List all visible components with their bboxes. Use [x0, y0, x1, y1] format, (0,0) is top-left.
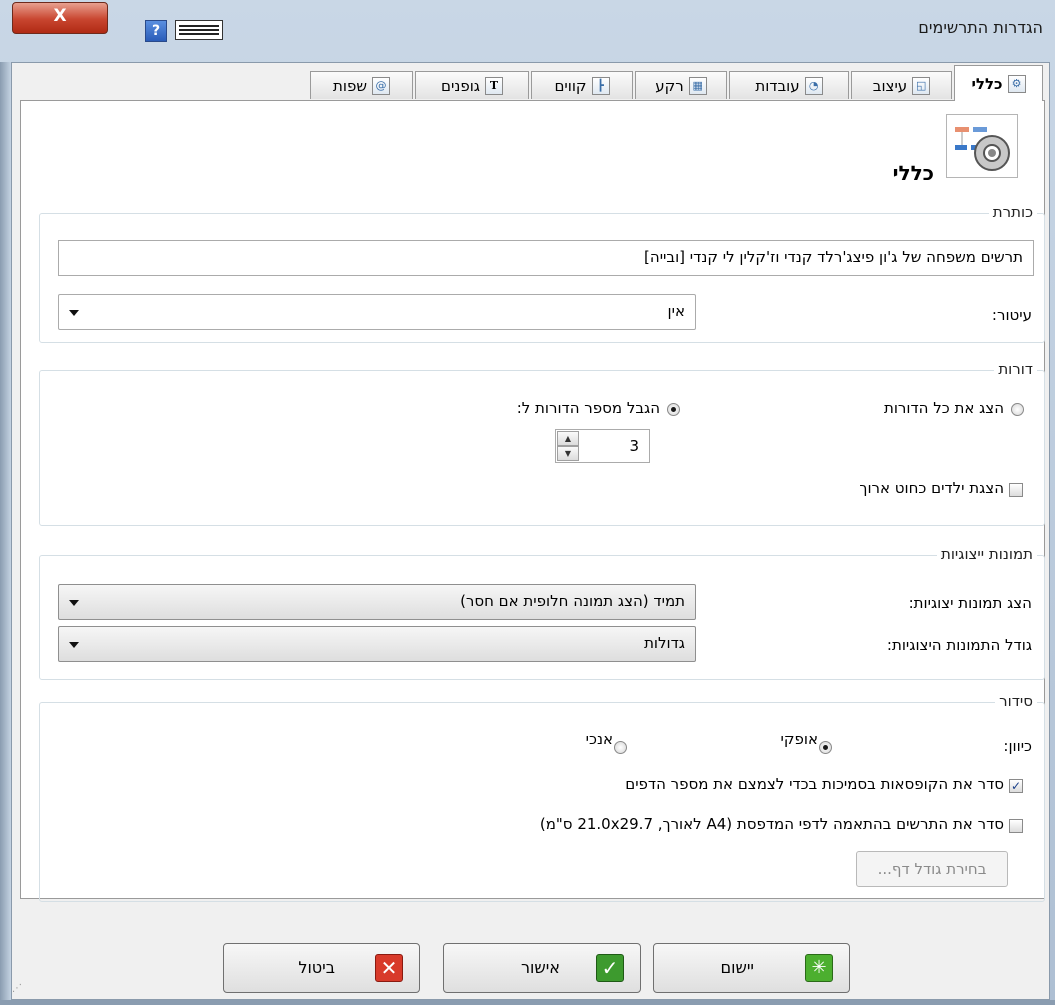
- gear-chart-icon: [946, 114, 1018, 178]
- help-button[interactable]: ?: [145, 20, 167, 42]
- group-legend: דורות: [994, 360, 1037, 378]
- horizontal-radio[interactable]: [819, 741, 832, 754]
- resize-grip-icon[interactable]: ⋰: [12, 983, 28, 999]
- tab-label: עובדות: [755, 76, 800, 95]
- tab-label: קווים: [554, 76, 587, 95]
- close-button[interactable]: X: [12, 2, 108, 34]
- show-pictures-label: הצג תמונות יצוגיות:: [908, 594, 1032, 612]
- ok-button[interactable]: ✓ אישור: [443, 943, 641, 993]
- limit-generations-radio[interactable]: [667, 403, 680, 416]
- checkmark-icon: ✓: [596, 954, 624, 982]
- chart-title-input[interactable]: תרשים משפחה של ג'ון פיצג'רלד קנדי וז'קלי…: [58, 240, 1034, 276]
- printer-pages-label: סדר את התרשים בהתאמה לדפי המדפסת (A4 לאו…: [539, 815, 1004, 833]
- chevron-down-icon: [69, 310, 79, 316]
- horizontal-label: אופקי: [780, 730, 818, 748]
- window-border: [0, 62, 11, 1005]
- vertical-label: אנכי: [585, 730, 613, 748]
- apply-icon: ✳: [805, 954, 833, 982]
- general-icon: ⚙: [1007, 74, 1026, 93]
- cancel-button[interactable]: ✕ ביטול: [223, 943, 420, 993]
- tab-label: עיצוב: [872, 76, 908, 95]
- stepper-buttons: ▲ ▼: [557, 431, 579, 461]
- show-pictures-value: תמיד (הצג תמונה חלופית אם חסר): [460, 592, 685, 610]
- show-all-generations-label: הצג את כל הדורות: [883, 399, 1004, 417]
- tab-label: רקע: [655, 76, 684, 95]
- orientation-label: כיוון:: [1003, 737, 1032, 755]
- picture-size-value: גדולות: [644, 634, 685, 652]
- window-border: [0, 1000, 1055, 1005]
- compact-checkbox[interactable]: ✓: [1009, 779, 1023, 793]
- limit-generations-label: הגבל מספר הדורות ל:: [516, 399, 660, 417]
- chevron-down-icon: [69, 642, 79, 648]
- keyboard-icon[interactable]: [175, 20, 223, 40]
- printer-pages-checkbox[interactable]: [1009, 819, 1023, 833]
- tab-design[interactable]: ◱ עיצוב: [851, 71, 952, 99]
- ok-label: אישור: [521, 958, 560, 977]
- group-legend: סידור: [995, 692, 1037, 710]
- generations-value: 3: [629, 437, 639, 455]
- lines-icon: ┣: [591, 76, 610, 95]
- chevron-down-icon: [69, 600, 79, 606]
- vertical-radio[interactable]: [614, 741, 627, 754]
- generations-group: דורות הצג את כל הדורות הגבל מספר הדורות …: [39, 360, 1045, 526]
- facts-icon: ◔: [804, 76, 823, 95]
- apply-label: יישום: [720, 958, 754, 977]
- background-icon: ▦: [688, 76, 707, 95]
- tab-strip: ⚙ כללי ◱ עיצוב ◔ עובדות ▦ רקע ┣ קווים T …: [20, 65, 1045, 101]
- close-icon: ✕: [375, 954, 403, 982]
- tab-label: שפות: [333, 76, 367, 95]
- pictures-group: תמונות ייצוגיות הצג תמונות יצוגיות: תמיד…: [39, 545, 1045, 680]
- picture-size-combo[interactable]: גדולות: [58, 626, 696, 662]
- apply-button[interactable]: ✳ יישום: [653, 943, 850, 993]
- long-line-checkbox[interactable]: [1009, 483, 1023, 497]
- generations-stepper[interactable]: ▲ ▼ 3: [555, 429, 650, 463]
- decrement-icon[interactable]: ▼: [557, 446, 579, 461]
- decoration-combo[interactable]: אין: [58, 294, 696, 330]
- show-pictures-combo[interactable]: תמיד (הצג תמונה חלופית אם חסר): [58, 584, 696, 620]
- compact-label: סדר את הקופסאות בסמיכות בכדי לצמצם את מס…: [625, 775, 1004, 793]
- tab-general[interactable]: ⚙ כללי: [954, 65, 1043, 101]
- page-title: כללי: [892, 161, 934, 185]
- increment-icon[interactable]: ▲: [557, 431, 579, 446]
- decoration-value: אין: [667, 302, 685, 320]
- cancel-label: ביטול: [298, 958, 335, 977]
- tab-label: כללי: [971, 74, 1003, 93]
- show-all-generations-radio[interactable]: [1011, 403, 1024, 416]
- group-legend: תמונות ייצוגיות: [936, 545, 1037, 563]
- tab-fonts[interactable]: T גופנים: [415, 71, 529, 99]
- fonts-icon: T: [484, 76, 503, 95]
- languages-icon: @: [371, 76, 390, 95]
- page-size-button[interactable]: בחירת גודל דף...: [856, 851, 1008, 887]
- design-icon: ◱: [912, 76, 931, 95]
- tab-lines[interactable]: ┣ קווים: [531, 71, 633, 99]
- tab-page-general: כללי כותרת תרשים משפחה של ג'ון פיצג'רלד …: [20, 100, 1045, 902]
- tab-languages[interactable]: @ שפות: [310, 71, 413, 99]
- long-line-label: הצגת ילדים כחוט ארוך: [859, 479, 1004, 497]
- tab-background[interactable]: ▦ רקע: [635, 71, 727, 99]
- group-legend: כותרת: [988, 203, 1037, 221]
- picture-size-label: גודל התמונות היצוגיות:: [886, 636, 1032, 654]
- title-group: כותרת תרשים משפחה של ג'ון פיצג'רלד קנדי …: [39, 203, 1045, 343]
- title-bar: X ? הגדרות התרשימים: [0, 0, 1055, 62]
- dialog-window: X ? הגדרות התרשימים ⚙ כללי ◱ עיצוב ◔ עוב…: [0, 0, 1055, 1005]
- arrangement-group: סידור כיוון: אופקי אנכי ✓ סדר את הקופסאו…: [39, 692, 1045, 902]
- dialog-client: ⚙ כללי ◱ עיצוב ◔ עובדות ▦ רקע ┣ קווים T …: [11, 62, 1050, 1000]
- window-title: הגדרות התרשימים: [918, 18, 1043, 37]
- tab-facts[interactable]: ◔ עובדות: [729, 71, 849, 99]
- tab-label: גופנים: [441, 76, 480, 95]
- decoration-label: עיטור:: [991, 306, 1032, 324]
